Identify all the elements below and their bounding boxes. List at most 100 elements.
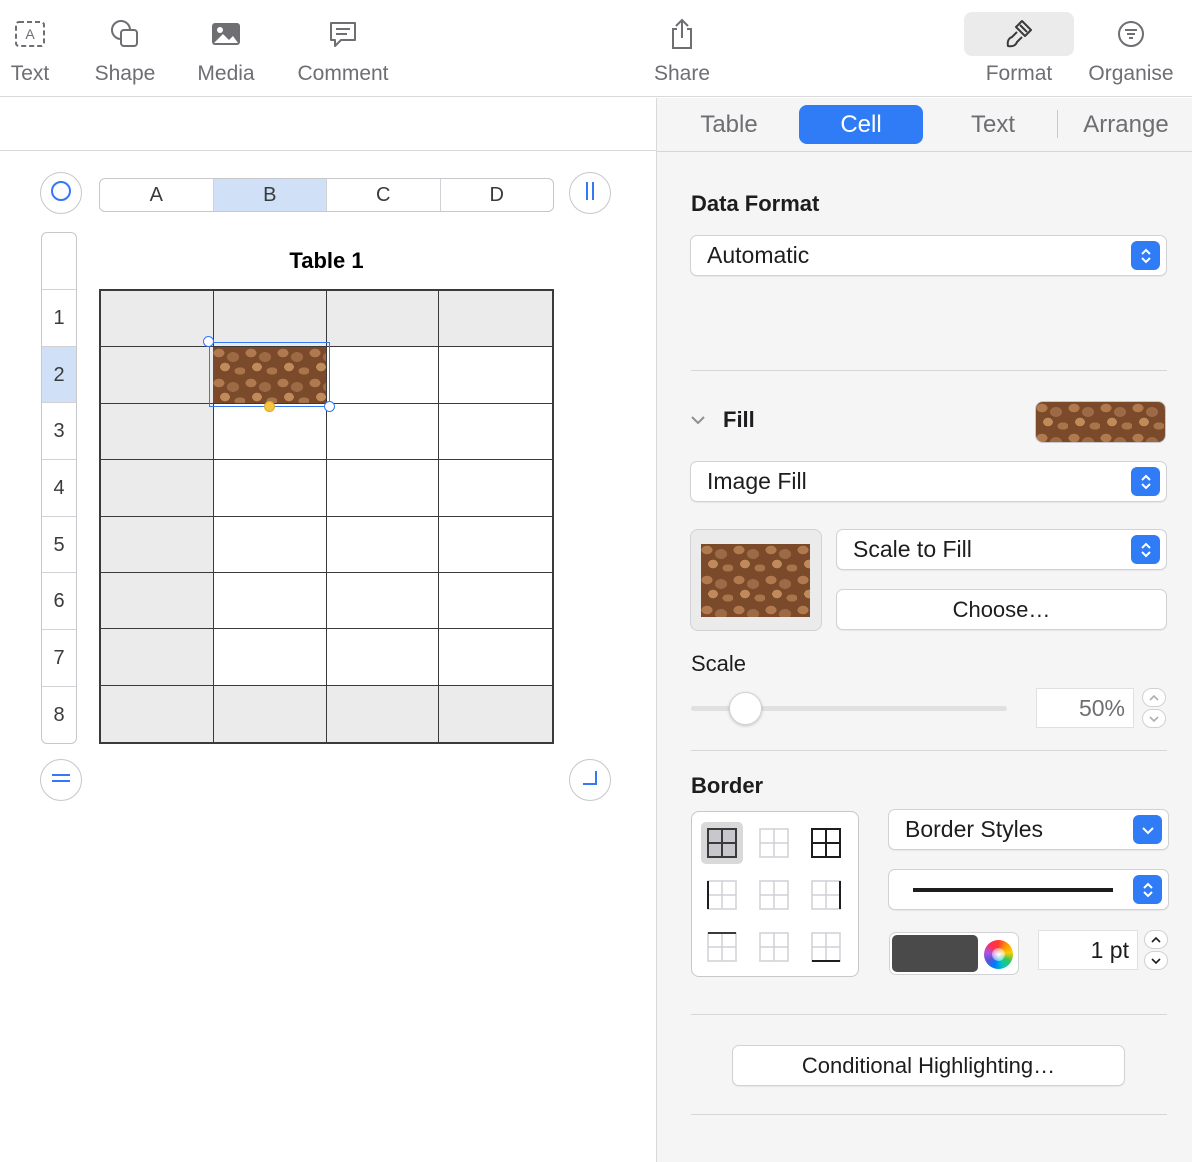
table-cell-c4[interactable]	[326, 460, 440, 517]
toolbar-text-button[interactable]: A Text	[0, 0, 60, 97]
tab-arrange[interactable]: Arrange	[1071, 105, 1181, 144]
table-cell-b6[interactable]	[213, 572, 327, 630]
border-width-stepper[interactable]	[1143, 930, 1169, 970]
border-left-icon[interactable]	[701, 874, 743, 916]
divider-3	[691, 1014, 1167, 1015]
border-right-icon[interactable]	[805, 874, 847, 916]
column-header-a[interactable]: A	[100, 179, 214, 211]
resize-table-button[interactable]	[569, 759, 611, 801]
choose-image-button[interactable]: Choose…	[836, 589, 1167, 630]
border-top-icon[interactable]	[701, 926, 743, 968]
scale-value-field[interactable]: 50%	[1036, 688, 1134, 728]
border-grid-icon[interactable]	[805, 822, 847, 864]
table-cell-a8[interactable]	[101, 685, 214, 742]
column-header-c[interactable]: C	[327, 179, 441, 211]
border-center-horizontal-icon[interactable]	[753, 926, 795, 968]
stepper-down-icon[interactable]	[1144, 951, 1168, 970]
table-cell-b8[interactable]	[213, 685, 327, 742]
image-well[interactable]	[690, 529, 822, 631]
row-header-1[interactable]: 1	[42, 290, 76, 347]
toolbar-share-button[interactable]: Share	[648, 0, 716, 97]
select-table-button[interactable]	[40, 172, 82, 214]
table-cell-b5[interactable]	[213, 516, 327, 573]
table-cell-a7[interactable]	[101, 629, 214, 686]
column-header-b[interactable]: B	[213, 179, 327, 211]
table-cell-b1[interactable]	[213, 291, 327, 348]
table-cell-d2[interactable]	[439, 347, 552, 404]
selection-handle-bottom-right[interactable]	[324, 401, 335, 412]
fill-preview-swatch[interactable]	[1035, 401, 1166, 443]
line-style-popup[interactable]	[888, 869, 1169, 910]
row-header-4[interactable]: 4	[42, 460, 76, 517]
stepper-up-icon[interactable]	[1144, 930, 1168, 949]
svg-text:A: A	[25, 26, 35, 42]
image-scaling-popup[interactable]: Scale to Fill	[836, 529, 1167, 570]
table-cell-d6[interactable]	[439, 572, 552, 630]
border-color-swatch[interactable]	[892, 935, 978, 972]
table-cell-d7[interactable]	[439, 629, 552, 686]
row-header-6[interactable]: 6	[42, 573, 76, 631]
table-cell-c5[interactable]	[326, 516, 440, 573]
row-header-7[interactable]: 7	[42, 630, 76, 687]
table-cell-b7[interactable]	[213, 629, 327, 686]
toolbar-shape-button[interactable]: Shape	[90, 0, 160, 97]
table-cell-d5[interactable]	[439, 516, 552, 573]
border-color-well[interactable]	[889, 932, 1019, 975]
table-title[interactable]: Table 1	[99, 248, 554, 274]
data-format-popup[interactable]: Automatic	[690, 235, 1167, 276]
scale-slider-knob[interactable]	[728, 692, 762, 725]
toolbar-organise-button[interactable]: Organise	[1084, 0, 1178, 97]
table-cell-a4[interactable]	[101, 460, 214, 517]
selection-handle-top-left[interactable]	[203, 336, 214, 347]
border-styles-popup[interactable]: Border Styles	[888, 809, 1169, 850]
border-center-vertical-icon[interactable]	[753, 874, 795, 916]
border-bottom-icon[interactable]	[805, 926, 847, 968]
row-header-3[interactable]: 3	[42, 403, 76, 461]
table-cell-d4[interactable]	[439, 460, 552, 517]
table-cell-c2[interactable]	[326, 347, 440, 404]
row-header-5[interactable]: 5	[42, 517, 76, 574]
table-cell-d8[interactable]	[439, 685, 552, 742]
table-cell-d3[interactable]	[439, 403, 552, 461]
column-header-d[interactable]: D	[441, 179, 554, 211]
add-row-button[interactable]	[40, 759, 82, 801]
table-cell-a5[interactable]	[101, 516, 214, 573]
add-column-button[interactable]	[569, 172, 611, 214]
table-cell-d1[interactable]	[439, 291, 552, 348]
table-cell-c8[interactable]	[326, 685, 440, 742]
table-cell-a2[interactable]	[101, 347, 214, 404]
border-all-icon[interactable]	[701, 822, 743, 864]
color-wheel-icon[interactable]	[984, 940, 1013, 969]
table-cell-b4[interactable]	[213, 460, 327, 517]
table-cell-c6[interactable]	[326, 572, 440, 630]
border-inside-icon[interactable]	[753, 822, 795, 864]
table-cell-c3[interactable]	[326, 403, 440, 461]
table-cell-a1[interactable]	[101, 291, 214, 348]
scale-stepper[interactable]	[1141, 688, 1167, 728]
conditional-highlighting-button[interactable]: Conditional Highlighting…	[732, 1045, 1125, 1086]
table-cell-a6[interactable]	[101, 572, 214, 630]
row-header-8[interactable]: 8	[42, 687, 76, 743]
fill-disclosure-chevron-icon[interactable]	[689, 411, 707, 434]
autofill-handle[interactable]	[264, 401, 275, 412]
fill-type-popup[interactable]: Image Fill	[690, 461, 1167, 502]
toolbar-format-label: Format	[985, 62, 1053, 85]
stepper-down-icon[interactable]	[1142, 709, 1166, 728]
toolbar-media-button[interactable]: Media	[190, 0, 262, 97]
share-icon	[664, 16, 700, 52]
table-cell-a3[interactable]	[101, 403, 214, 461]
table-cell-b3[interactable]	[213, 403, 327, 461]
row-header-2[interactable]: 2	[42, 346, 76, 404]
stepper-up-icon[interactable]	[1142, 688, 1166, 707]
tab-table[interactable]: Table	[681, 105, 777, 144]
tab-cell[interactable]: Cell	[799, 105, 923, 144]
table-cell-c1[interactable]	[326, 291, 440, 348]
data-format-title: Data Format	[691, 191, 820, 216]
toolbar-format-button[interactable]: Format	[964, 0, 1074, 97]
row-header-spacer	[42, 233, 76, 290]
toolbar-comment-button[interactable]: Comment	[290, 0, 396, 97]
border-styles-value: Border Styles	[905, 816, 1044, 842]
table-cell-c7[interactable]	[326, 629, 440, 686]
border-width-field[interactable]: 1 pt	[1038, 930, 1138, 970]
tab-text[interactable]: Text	[949, 105, 1037, 144]
